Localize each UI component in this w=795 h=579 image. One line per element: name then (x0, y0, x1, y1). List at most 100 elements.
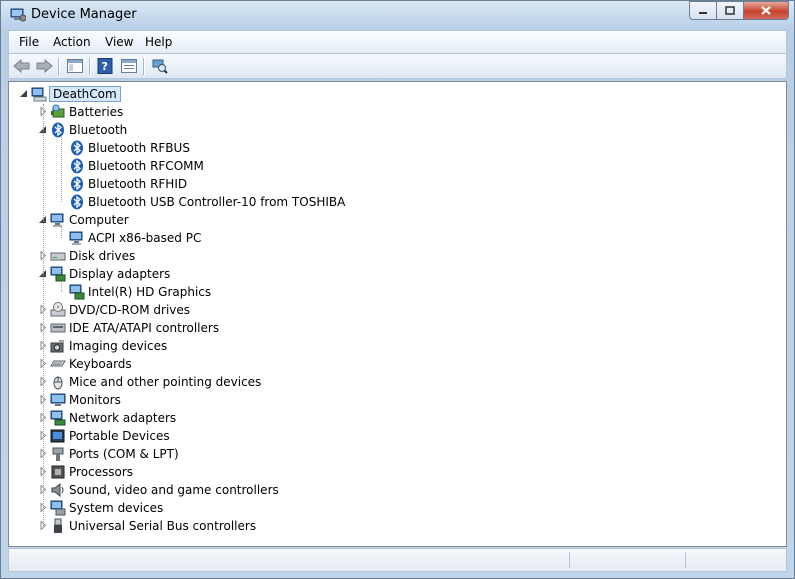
forward-icon (36, 59, 53, 73)
show-hide-console-tree-button[interactable] (65, 57, 85, 75)
usb-icon (54, 518, 62, 533)
system-device-icon (50, 500, 66, 516)
tree-category-item[interactable]: Processors (9, 463, 786, 481)
tree-item-label: Ports (COM & LPT) (69, 447, 179, 461)
computer-icon (69, 231, 83, 245)
scan-hardware-icon (152, 59, 168, 74)
tree-item-label: Universal Serial Bus controllers (69, 519, 257, 533)
tree-device-item[interactable]: Bluetooth RFHID (9, 175, 786, 193)
tree-device-item[interactable]: Bluetooth RFCOMM (9, 157, 786, 175)
tree-category-item[interactable]: Universal Serial Bus controllers (9, 517, 786, 535)
tree-item-label: Bluetooth RFBUS (88, 141, 190, 155)
tree-category-item[interactable]: Portable Devices (9, 427, 786, 445)
status-segment (685, 552, 686, 568)
tree-category-item[interactable]: Disk drives (9, 247, 786, 265)
tree-category-item[interactable]: IDE ATA/ATAPI controllers (9, 319, 786, 337)
window-controls (689, 1, 789, 21)
tree-category-item[interactable]: Computer (9, 211, 786, 229)
tree-item-label: Portable Devices (69, 429, 170, 443)
back-button[interactable] (12, 57, 32, 75)
help-button[interactable]: ? (95, 57, 115, 75)
tree-item-label: Intel(R) HD Graphics (88, 285, 212, 299)
forward-button[interactable] (34, 57, 54, 75)
bluetooth-icon (71, 158, 83, 174)
tree-item-label: System devices (69, 501, 164, 515)
disk-drive-icon (50, 252, 66, 261)
tree-category-item[interactable]: Ports (COM & LPT) (9, 445, 786, 463)
tree-item-label: Bluetooth (69, 123, 128, 137)
tree-device-item[interactable]: ACPI x86-based PC (9, 229, 786, 247)
tree-device-item[interactable]: Bluetooth USB Controller-10 from TOSHIBA (9, 193, 786, 211)
menu-bar: File Action View Help (8, 30, 787, 53)
tree-item-label: Computer (69, 213, 129, 227)
tree-category-item[interactable]: System devices (9, 499, 786, 517)
help-icon: ? (97, 58, 113, 74)
tree-category-item[interactable]: Network adapters (9, 409, 786, 427)
status-segment (569, 552, 570, 568)
tree-connector-line (61, 227, 62, 238)
menu-action[interactable]: Action (53, 35, 91, 49)
minimize-icon (699, 11, 707, 14)
tree-category-item[interactable]: Imaging devices (9, 337, 786, 355)
dvd-drive-icon (50, 302, 66, 317)
bluetooth-icon (71, 194, 83, 210)
tree-item-label: DVD/CD-ROM drives (69, 303, 191, 317)
tree-device-item[interactable]: Bluetooth RFBUS (9, 139, 786, 157)
maximize-button[interactable] (716, 1, 743, 20)
tree-category-item[interactable]: Display adapters (9, 265, 786, 283)
properties-icon (121, 59, 137, 73)
menu-file[interactable]: File (19, 35, 39, 49)
bluetooth-icon (71, 140, 83, 156)
toolbar: ? (8, 53, 787, 79)
tree-item-label: Disk drives (69, 249, 136, 263)
tree-item-label: Processors (69, 465, 134, 479)
menu-view[interactable]: View (105, 35, 133, 49)
computer-icon (50, 213, 64, 227)
scan-hardware-button[interactable] (150, 57, 170, 75)
computer-icon (31, 87, 47, 102)
device-tree[interactable]: DeathCom Batteries Bluetooth Bluetooth RFB… (8, 81, 787, 547)
tree-category-item[interactable]: Bluetooth (9, 121, 786, 139)
tree-item-label: Bluetooth RFHID (88, 177, 188, 191)
close-button[interactable] (743, 1, 789, 20)
toolbar-separator (89, 58, 91, 75)
tree-item-label: Bluetooth RFCOMM (88, 159, 204, 173)
collapse-arrow-icon[interactable] (19, 89, 28, 98)
device-manager-window: Device Manager File Action View Help ? D… (0, 0, 795, 579)
window-title: Device Manager (31, 7, 137, 22)
minimize-button[interactable] (689, 1, 716, 20)
tree-category-item[interactable]: Keyboards (9, 355, 786, 373)
tree-device-item[interactable]: Intel(R) HD Graphics (9, 283, 786, 301)
tree-item-label: Monitors (69, 393, 121, 407)
mouse-icon (53, 376, 63, 390)
maximize-icon (725, 6, 735, 15)
tree-item-label: Bluetooth USB Controller-10 from TOSHIBA (88, 195, 346, 209)
port-icon (52, 447, 64, 461)
tree-category-item[interactable]: Monitors (9, 391, 786, 409)
tree-item-label: IDE ATA/ATAPI controllers (69, 321, 220, 335)
processor-icon (51, 465, 65, 479)
bluetooth-icon (52, 122, 64, 138)
tree-category-item[interactable]: Batteries (9, 103, 786, 121)
tree-root[interactable]: DeathCom (9, 85, 786, 103)
tree-category-item[interactable]: Sound, video and game controllers (9, 481, 786, 499)
portable-device-icon (50, 429, 65, 443)
battery-icon (51, 104, 65, 118)
menu-help[interactable]: Help (145, 35, 172, 49)
toolbar-separator (58, 58, 60, 75)
tree-item-label: Batteries (69, 105, 124, 119)
monitor-icon (50, 393, 66, 406)
tree-category-item[interactable]: DVD/CD-ROM drives (9, 301, 786, 319)
tree-item-label: Sound, video and game controllers (69, 483, 279, 497)
show-hide-console-tree-icon (67, 59, 83, 73)
tree-item-label: ACPI x86-based PC (88, 231, 202, 245)
title-bar[interactable]: Device Manager (1, 1, 794, 30)
display-adapter-icon (50, 266, 66, 282)
tree-category-item[interactable]: Mice and other pointing devices (9, 373, 786, 391)
tree-item-label: Mice and other pointing devices (69, 375, 262, 389)
status-bar (8, 548, 787, 572)
display-adapter-icon (69, 284, 85, 300)
tree-item-label: Display adapters (69, 267, 171, 281)
properties-button[interactable] (119, 57, 139, 75)
tree-connector-line (61, 281, 62, 292)
